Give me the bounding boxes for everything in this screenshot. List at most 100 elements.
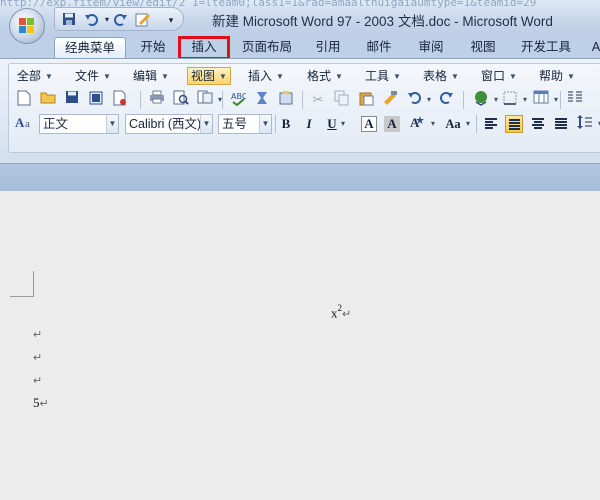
new-document-icon[interactable] xyxy=(14,90,34,110)
chevron-down-icon[interactable]: ▼ xyxy=(106,115,118,133)
menu-view[interactable]: 视图 ▼ xyxy=(187,67,231,85)
menu-table[interactable]: 表格 ▼ xyxy=(423,67,459,85)
tab-mailings[interactable]: 邮件 xyxy=(359,37,399,59)
toolbar-separator xyxy=(222,91,223,109)
classic-menu-bar: 全部 ▼ 文件 ▼ 编辑 ▼ 视图 ▼ 插入 ▼ 格式 ▼ 工具 ▼ 表格 ▼ 窗口 ▼ 帮助 ▼ xyxy=(0,64,600,86)
line-spacing-icon[interactable] xyxy=(575,114,600,134)
tab-classic-menu[interactable]: 经典菜单 xyxy=(54,37,126,59)
print-icon[interactable] xyxy=(147,90,167,110)
menu-table-label: 表格 xyxy=(423,69,448,83)
word-count-icon[interactable] xyxy=(276,90,296,110)
font-size-value: 五号 xyxy=(222,117,248,131)
equation-exponent: 2 xyxy=(337,303,343,313)
font-size-combo[interactable]: 五号 ▼ xyxy=(218,114,272,134)
chevron-down-icon: ▼ xyxy=(161,71,169,81)
standard-toolbar: ABC ✂ xyxy=(0,88,600,112)
document-area[interactable]: x2↵ ↵ ↵ ↵ 5↵ xyxy=(0,191,600,500)
permission-icon[interactable] xyxy=(86,90,106,110)
chevron-down-icon[interactable]: ▼ xyxy=(200,115,212,133)
borders-icon[interactable] xyxy=(500,90,527,110)
toolbar-separator xyxy=(476,115,477,133)
format-painter-qat-icon[interactable] xyxy=(135,12,151,28)
change-case-dropdown-icon[interactable]: ▾ xyxy=(463,114,473,134)
menu-file-label: 文件 xyxy=(75,69,100,83)
tab-home[interactable]: 开始 xyxy=(132,37,174,59)
font-value: Calibri (西文) xyxy=(129,117,202,131)
menu-all-label: 全部 xyxy=(17,69,42,83)
menu-tools[interactable]: 工具 ▼ xyxy=(365,67,401,85)
chevron-down-icon: ▼ xyxy=(451,71,459,81)
tab-references[interactable]: 引用 xyxy=(308,37,348,59)
cut-icon[interactable]: ✂ xyxy=(308,90,328,110)
tab-overflow[interactable]: A xyxy=(590,37,600,59)
hyperlink-icon[interactable] xyxy=(471,90,498,110)
redo-icon[interactable] xyxy=(113,12,129,28)
underline-dropdown-icon[interactable]: ▾ xyxy=(338,114,348,134)
justify-icon[interactable] xyxy=(505,115,523,133)
empty-paragraph[interactable]: ↵ xyxy=(33,374,42,387)
chevron-down-icon[interactable]: ▼ xyxy=(259,115,271,133)
spelling-icon[interactable]: ABC xyxy=(228,90,248,110)
format-painter-icon[interactable] xyxy=(380,90,400,110)
save-icon[interactable] xyxy=(61,12,77,28)
tab-page-layout[interactable]: 页面布局 xyxy=(236,37,298,59)
font-combo[interactable]: Calibri (西文) ▼ xyxy=(125,114,213,134)
menu-format[interactable]: 格式 ▼ xyxy=(307,67,343,85)
styles-pane-icon[interactable]: Aa xyxy=(14,114,34,134)
empty-paragraph[interactable]: ↵ xyxy=(33,328,42,341)
style-combo[interactable]: 正文 ▼ xyxy=(39,114,119,134)
italic-button[interactable]: I xyxy=(299,114,319,134)
email-pdf-icon[interactable] xyxy=(110,90,130,110)
redo-icon[interactable] xyxy=(437,90,457,110)
toolbar-separator xyxy=(463,91,464,109)
character-shading-button[interactable]: A xyxy=(384,116,400,132)
menu-file[interactable]: 文件 ▼ xyxy=(75,67,111,85)
distributed-icon[interactable] xyxy=(552,115,570,133)
ribbon: 全部 ▼ 文件 ▼ 编辑 ▼ 视图 ▼ 插入 ▼ 格式 ▼ 工具 ▼ 表格 ▼ 窗口 ▼ 帮助 ▼ xyxy=(0,58,600,163)
align-left-icon[interactable] xyxy=(482,115,500,133)
tab-view[interactable]: 视图 xyxy=(463,37,503,59)
undo-icon[interactable] xyxy=(83,12,99,28)
menu-insert[interactable]: 插入 ▼ xyxy=(248,67,284,85)
chevron-down-icon: ▼ xyxy=(393,71,401,81)
tab-developer[interactable]: 开发工具 xyxy=(515,37,577,59)
menu-all[interactable]: 全部 ▼ xyxy=(17,67,53,85)
office-logo-icon xyxy=(19,18,35,34)
equation-line[interactable]: x2↵ xyxy=(331,303,352,321)
copy-icon[interactable] xyxy=(332,90,352,110)
undo-icon[interactable] xyxy=(404,90,431,110)
chevron-down-icon: ▼ xyxy=(335,71,343,81)
menu-window[interactable]: 窗口 ▼ xyxy=(481,67,517,85)
research-icon[interactable] xyxy=(252,90,272,110)
menu-help[interactable]: 帮助 ▼ xyxy=(539,67,575,85)
office-button[interactable] xyxy=(9,8,45,44)
paragraph-mark: ↵ xyxy=(39,398,49,410)
equation-base: x xyxy=(331,305,338,321)
empty-paragraph[interactable]: ↵ xyxy=(33,351,42,364)
chevron-down-icon: ▼ xyxy=(219,71,227,81)
character-border-button[interactable]: A xyxy=(361,116,377,132)
title-bar: http://exp.fitem/view/edit/2 1=lteam0;la… xyxy=(0,0,600,36)
align-center-icon[interactable] xyxy=(529,115,547,133)
columns-icon[interactable] xyxy=(565,90,585,110)
svg-text:A: A xyxy=(15,115,25,130)
menu-edit[interactable]: 编辑 ▼ xyxy=(133,67,169,85)
print-preview-icon[interactable] xyxy=(171,90,191,110)
tab-review[interactable]: 审阅 xyxy=(411,37,451,59)
open-folder-icon[interactable] xyxy=(38,90,58,110)
style-value: 正文 xyxy=(43,117,69,131)
page-view-icon[interactable] xyxy=(195,90,222,110)
number-paragraph[interactable]: 5↵ xyxy=(33,395,49,411)
insert-table-icon[interactable] xyxy=(531,90,558,110)
chevron-down-icon: ▼ xyxy=(276,71,284,81)
tab-insert[interactable]: 插入 xyxy=(178,36,230,60)
bold-button[interactable]: B xyxy=(276,114,296,134)
ribbon-tabs: 经典菜单 开始 插入 页面布局 引用 邮件 审阅 视图 开发工具 A xyxy=(0,36,600,60)
save-icon[interactable] xyxy=(62,90,82,110)
margin-corner-mark xyxy=(10,296,34,297)
paragraph-mark: ↵ xyxy=(342,308,352,321)
customize-qat-icon[interactable]: ▾ xyxy=(163,12,179,28)
paste-icon[interactable] xyxy=(356,90,376,110)
toolbar-separator xyxy=(140,91,141,109)
text-effects-icon[interactable]: A xyxy=(408,114,435,134)
